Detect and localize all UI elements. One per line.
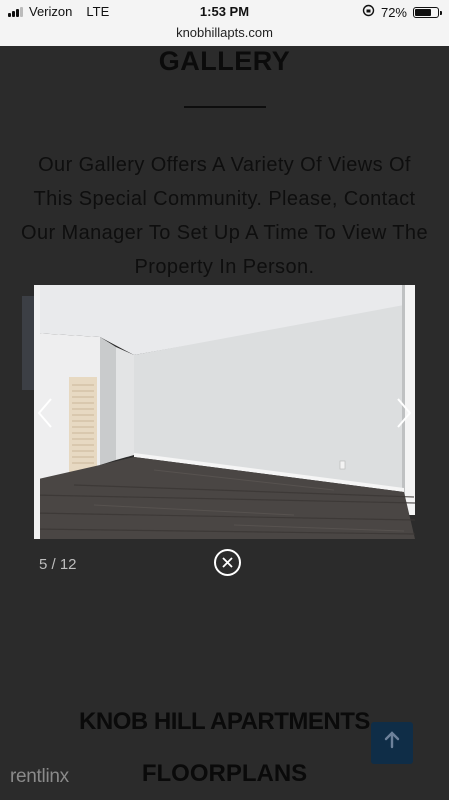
next-image-button[interactable]	[389, 385, 419, 445]
previous-image-button[interactable]	[30, 385, 60, 445]
arrow-up-icon	[384, 731, 400, 755]
scroll-to-top-button[interactable]	[371, 722, 413, 764]
close-lightbox-button[interactable]	[214, 549, 241, 576]
chevron-left-icon	[35, 391, 55, 439]
title-divider	[184, 106, 266, 108]
battery-percent: 72%	[380, 4, 407, 20]
address-bar[interactable]: knobhillapts.com	[0, 24, 449, 46]
watermark-logo: rentlinx	[10, 766, 69, 787]
image-counter: 5 / 12	[39, 556, 77, 573]
gallery-description: Our Gallery Offers A Variety Of Views Of…	[21, 154, 428, 278]
orientation-lock-icon	[362, 4, 375, 20]
url-text[interactable]: knobhillapts.com	[176, 25, 273, 40]
status-bar: Verizon LTE 1:53 PM 72%	[0, 0, 449, 24]
gallery-title: GALLERY	[158, 46, 291, 76]
lightbox-photo	[34, 285, 415, 539]
close-icon	[222, 553, 233, 572]
battery-info: 72%	[362, 4, 442, 20]
chevron-right-icon	[394, 391, 414, 439]
battery-icon	[413, 6, 442, 18]
